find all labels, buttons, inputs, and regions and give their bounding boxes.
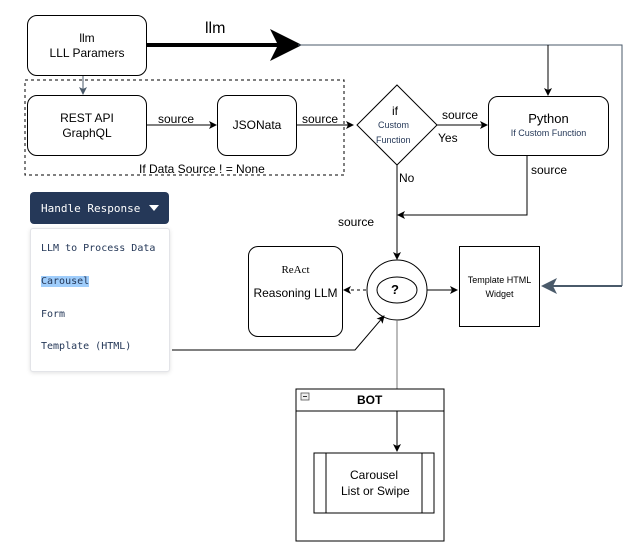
json-decision-label: source: [302, 112, 339, 126]
yes-label: Yes: [438, 131, 458, 145]
llm-params-line2: LLL Paramers: [49, 45, 125, 60]
bot-title: BOT: [357, 393, 383, 407]
react-node[interactable]: ReAct Reasoning LLM: [248, 246, 343, 337]
menu-item-llm[interactable]: LLM to Process Data: [41, 243, 155, 254]
decision-line3: Function: [376, 135, 411, 145]
menu-item-template[interactable]: Template (HTML): [41, 341, 131, 352]
python-edge-label: source: [442, 108, 479, 122]
rest-json-label: source: [158, 112, 195, 126]
menu-item-carousel[interactable]: Carousel: [41, 276, 90, 287]
template-line1: Template HTML: [467, 274, 532, 285]
jsonata-label: JSONata: [232, 118, 282, 132]
to-router-label: source: [338, 215, 375, 229]
python-node[interactable]: Python If Custom Function: [488, 96, 609, 156]
python-out-label: source: [531, 163, 568, 177]
rest-api-line2: GraphQL: [62, 125, 112, 140]
python-subtitle: If Custom Function: [510, 128, 587, 138]
decision-line2: Custom: [378, 120, 410, 130]
diagram-canvas: llm LLL Paramers llm REST API GraphQL so…: [0, 0, 628, 549]
jsonata-node[interactable]: JSONata: [217, 95, 297, 156]
carousel-line1: Carousel: [350, 468, 399, 482]
python-out-arrow: [397, 155, 528, 219]
dropdown-label: Handle Response: [41, 201, 141, 215]
chevron-down-icon: [149, 205, 159, 211]
llm-params-line1: llm: [79, 30, 95, 45]
carousel-process: [313, 452, 435, 514]
rest-api-node[interactable]: REST API GraphQL: [27, 95, 147, 156]
react-title: ReAct: [281, 264, 310, 276]
menu-item-form[interactable]: Form: [41, 309, 65, 320]
react-subtitle: Reasoning LLM: [253, 286, 338, 300]
llm-params-node[interactable]: llm LLL Paramers: [27, 15, 147, 76]
handle-response-dropdown[interactable]: Handle Response: [30, 192, 169, 224]
rest-api-line1: REST API: [60, 110, 114, 125]
template-widget-node[interactable]: Template HTML Widget: [459, 246, 540, 327]
carousel-line2: List or Swipe: [341, 484, 410, 498]
dropdown-menu: LLM to Process Data Carousel Form Templa…: [30, 228, 170, 372]
decision-line1: if: [392, 104, 398, 118]
no-label: No: [399, 171, 415, 185]
template-line2: Widget: [485, 288, 514, 299]
group-label: If Data Source ! = None: [139, 162, 265, 176]
router-label: ?: [391, 282, 399, 297]
python-title: Python: [528, 111, 569, 126]
llm-edge-label: llm: [205, 20, 226, 37]
